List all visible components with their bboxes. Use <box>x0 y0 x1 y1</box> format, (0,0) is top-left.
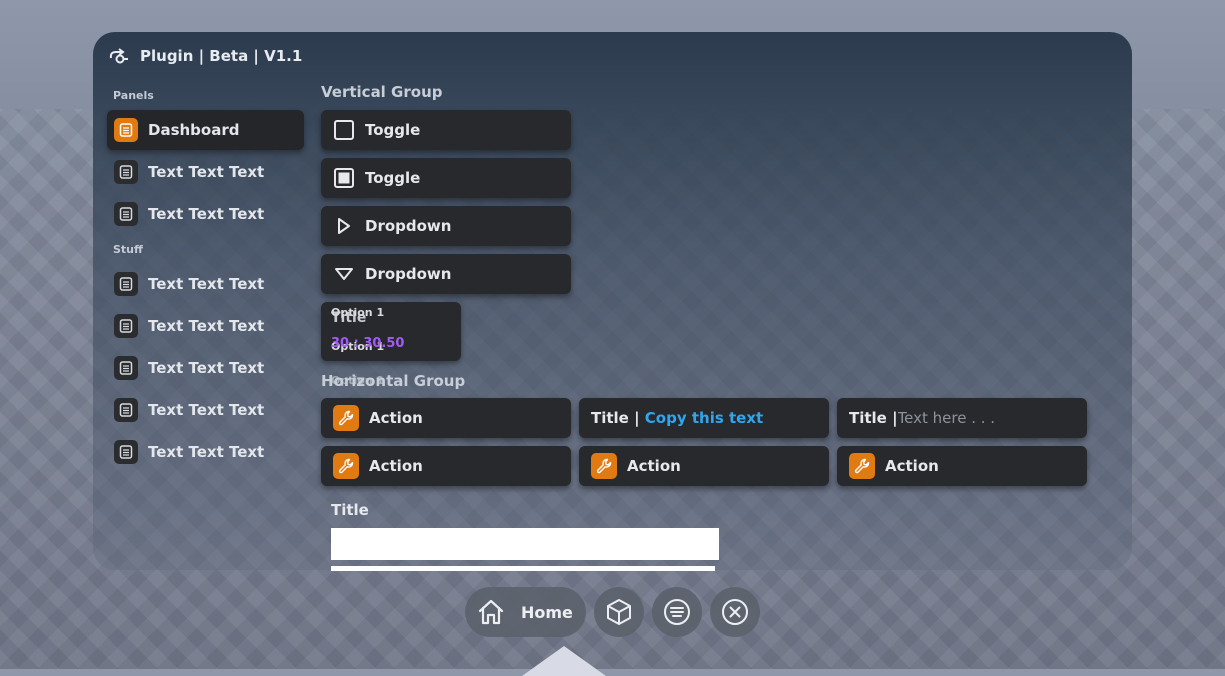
panels-section-label: Panels <box>113 89 154 102</box>
document-icon <box>114 160 138 184</box>
toggle-label: Toggle <box>365 121 421 139</box>
plugin-logo-icon <box>109 48 128 64</box>
sidebar-item-label: Text Text Text <box>148 163 265 181</box>
sidebar-item-label: Text Text Text <box>148 359 265 377</box>
wrench-icon <box>591 453 617 479</box>
text-input-field: Title | <box>837 398 1087 438</box>
action-label: Action <box>369 457 423 475</box>
sidebar-item-stuff-5[interactable]: Text Text Text <box>107 432 304 472</box>
stuff-section-label: Stuff <box>113 243 143 256</box>
action-label: Action <box>369 409 423 427</box>
sidebar-item-label: Dashboard <box>148 121 240 139</box>
dropdown-panel-title: Title <box>331 310 367 326</box>
toggle-off[interactable]: Toggle <box>321 110 571 150</box>
triangle-down-icon <box>333 263 355 285</box>
copy-text-field[interactable]: Title | Copy this text <box>579 398 829 438</box>
wrench-icon <box>849 453 875 479</box>
action-label: Action <box>627 457 681 475</box>
action-button-1[interactable]: Action <box>321 398 571 438</box>
document-icon <box>114 440 138 464</box>
form-title: Title <box>331 501 369 519</box>
triangle-right-icon <box>333 215 355 237</box>
copy-text-link[interactable]: Copy this text <box>645 409 763 427</box>
sidebar-item-label: Text Text Text <box>148 443 265 461</box>
wrench-icon <box>333 453 359 479</box>
dropdown-label: Dropdown <box>365 217 452 235</box>
document-icon <box>114 398 138 422</box>
sidebar-item-stuff-4[interactable]: Text Text Text <box>107 390 304 430</box>
sidebar-item-label: Text Text Text <box>148 401 265 419</box>
dropdown-label: Dropdown <box>365 265 452 283</box>
toggle-label: Toggle <box>365 169 421 187</box>
cube-button[interactable] <box>594 587 644 637</box>
form-bar[interactable] <box>331 566 715 571</box>
plugin-window: Plugin | Beta | V1.1 Panels Dashboard Te… <box>93 32 1132 571</box>
input-field-title: Title | <box>849 409 898 427</box>
checkbox-unchecked-icon <box>333 119 355 141</box>
dropdown-closed[interactable]: Dropdown <box>321 206 571 246</box>
sidebar-item-stuff-1[interactable]: Text Text Text <box>107 264 304 304</box>
checkbox-checked-icon <box>333 167 355 189</box>
dropdown-panel: Option 1 Title Option 1 30 : 30.50 Optio… <box>321 302 461 387</box>
action-button-2[interactable]: Action <box>321 446 571 486</box>
form-text-field[interactable] <box>331 528 719 560</box>
action-label: Action <box>885 457 939 475</box>
home-button[interactable]: Home <box>465 587 586 637</box>
close-button[interactable] <box>710 587 760 637</box>
action-button-4[interactable]: Action <box>837 446 1087 486</box>
close-icon <box>722 599 748 625</box>
vertical-group-label: Vertical Group <box>321 83 443 101</box>
document-icon <box>114 356 138 380</box>
document-icon <box>114 118 138 142</box>
text-input[interactable] <box>897 409 1078 427</box>
horizontal-group-label: Horizontal Group <box>321 372 466 390</box>
cube-icon <box>607 599 631 625</box>
sidebar-item-dashboard[interactable]: Dashboard <box>107 110 304 150</box>
title-bar: Plugin | Beta | V1.1 <box>108 46 302 66</box>
sidebar-item-stuff-2[interactable]: Text Text Text <box>107 306 304 346</box>
toggle-on[interactable]: Toggle <box>321 158 571 198</box>
sidebar-item-panel-2[interactable]: Text Text Text <box>107 152 304 192</box>
sidebar-item-panel-3[interactable]: Text Text Text <box>107 194 304 234</box>
wrench-icon <box>333 405 359 431</box>
document-icon <box>114 314 138 338</box>
home-icon <box>478 599 504 625</box>
menu-button[interactable] <box>652 587 702 637</box>
document-icon <box>114 272 138 296</box>
sidebar-item-label: Text Text Text <box>148 205 265 223</box>
scene-object <box>522 646 606 676</box>
dropdown-panel-value: 30 : 30.50 <box>331 336 405 351</box>
sidebar-item-label: Text Text Text <box>148 317 265 335</box>
sidebar-item-label: Text Text Text <box>148 275 265 293</box>
action-button-3[interactable]: Action <box>579 446 829 486</box>
home-label: Home <box>521 602 573 622</box>
document-icon <box>114 202 138 226</box>
copy-field-title: Title | <box>591 409 645 427</box>
sidebar-item-stuff-3[interactable]: Text Text Text <box>107 348 304 388</box>
window-title: Plugin | Beta | V1.1 <box>140 47 303 65</box>
menu-icon <box>664 599 690 625</box>
dropdown-open[interactable]: Dropdown <box>321 254 571 294</box>
